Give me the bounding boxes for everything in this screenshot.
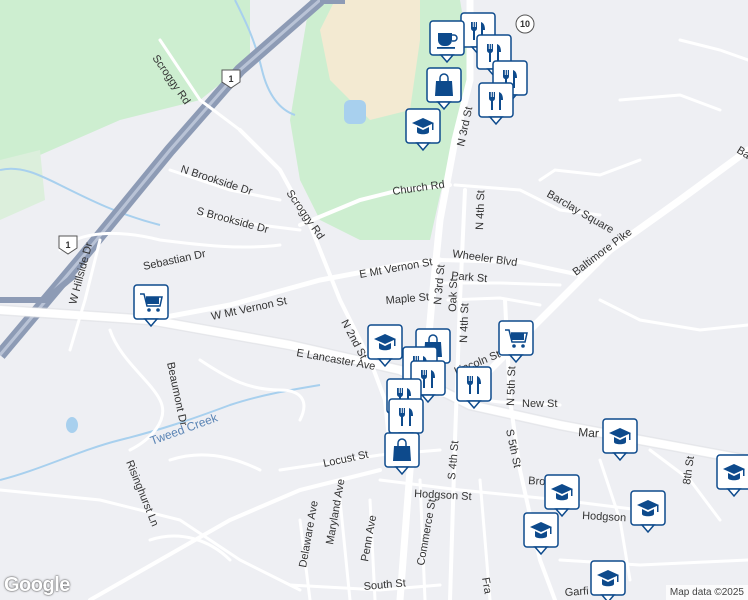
street-label-s-4th-st: S 4th St — [446, 440, 461, 480]
pin-school[interactable] — [544, 474, 580, 518]
street-label-risinghurst-ln: Risinghurst Ln — [123, 459, 160, 529]
street-label-locust-st: Locust St — [322, 449, 369, 470]
street-label-n-4th-st-lower: N 4th St — [458, 303, 471, 343]
street-label-new-st: New St — [522, 398, 557, 410]
street-label-oak-st: Oak St — [447, 278, 460, 312]
map-canvas[interactable]: 1 1 10 Scroggy Rd Scroggy Rd N Brookside… — [0, 0, 748, 600]
pin-school[interactable] — [523, 512, 559, 556]
green-strip-west — [0, 150, 45, 220]
street-label-s-brookside-dr: S Brookside Dr — [195, 205, 270, 236]
street-label-hodgson-st-east: Hodgson — [582, 510, 627, 524]
street-label-n-3rd-st: N 3rd St — [432, 264, 447, 305]
street-label-baltimore-pike: Baltimore Pike — [571, 226, 635, 278]
pin-school[interactable] — [630, 490, 666, 534]
pin-restaurant[interactable] — [478, 82, 514, 126]
street-label-sebastian-dr: Sebastian Dr — [142, 248, 207, 273]
street-label-hodgson-st: Hodgson St — [414, 488, 472, 503]
pin-school[interactable] — [716, 454, 748, 498]
pin-school[interactable] — [602, 418, 638, 462]
pond — [344, 100, 366, 124]
street-label-commerce-st: Commerce St — [415, 498, 438, 566]
street-label-s-5th-st: S 5th St — [503, 428, 523, 469]
street-label-maple-st: Maple St — [385, 291, 429, 307]
street-label-market-st: Mar — [578, 425, 600, 440]
street-label-n-4th-st: N 4th St — [474, 190, 487, 230]
map-attribution[interactable]: Map data ©2025 — [665, 585, 748, 600]
street-label-penn-ave: Penn Ave — [359, 514, 379, 562]
street-label-n-5th-st: N 5th St — [505, 366, 518, 406]
street-label-garfield-st: Garfi — [564, 585, 589, 599]
svg-text:10: 10 — [520, 19, 530, 29]
street-label-beaumont-dr: Beaumont Dr — [164, 361, 189, 427]
us1-shield-south: 1 — [58, 235, 78, 255]
street-label-eighth-st: 8th St — [681, 455, 697, 485]
street-label-franklin-st: Fra — [479, 576, 494, 595]
svg-text:1: 1 — [65, 240, 70, 250]
google-logo: Google — [4, 574, 70, 596]
street-label-barclay-square: Barclay Square — [545, 188, 616, 236]
svg-text:1: 1 — [228, 74, 233, 84]
pin-school[interactable] — [590, 560, 626, 600]
street-label-n-brookside-dr: N Brookside Dr — [179, 163, 254, 198]
route10-shield: 10 — [515, 14, 535, 34]
street-label-brown-st: Bro — [528, 475, 546, 488]
park-area-northwest — [0, 0, 250, 165]
pond-small — [66, 417, 78, 433]
street-label-e-mt-vernon-st: E Mt Vernon St — [358, 256, 433, 281]
